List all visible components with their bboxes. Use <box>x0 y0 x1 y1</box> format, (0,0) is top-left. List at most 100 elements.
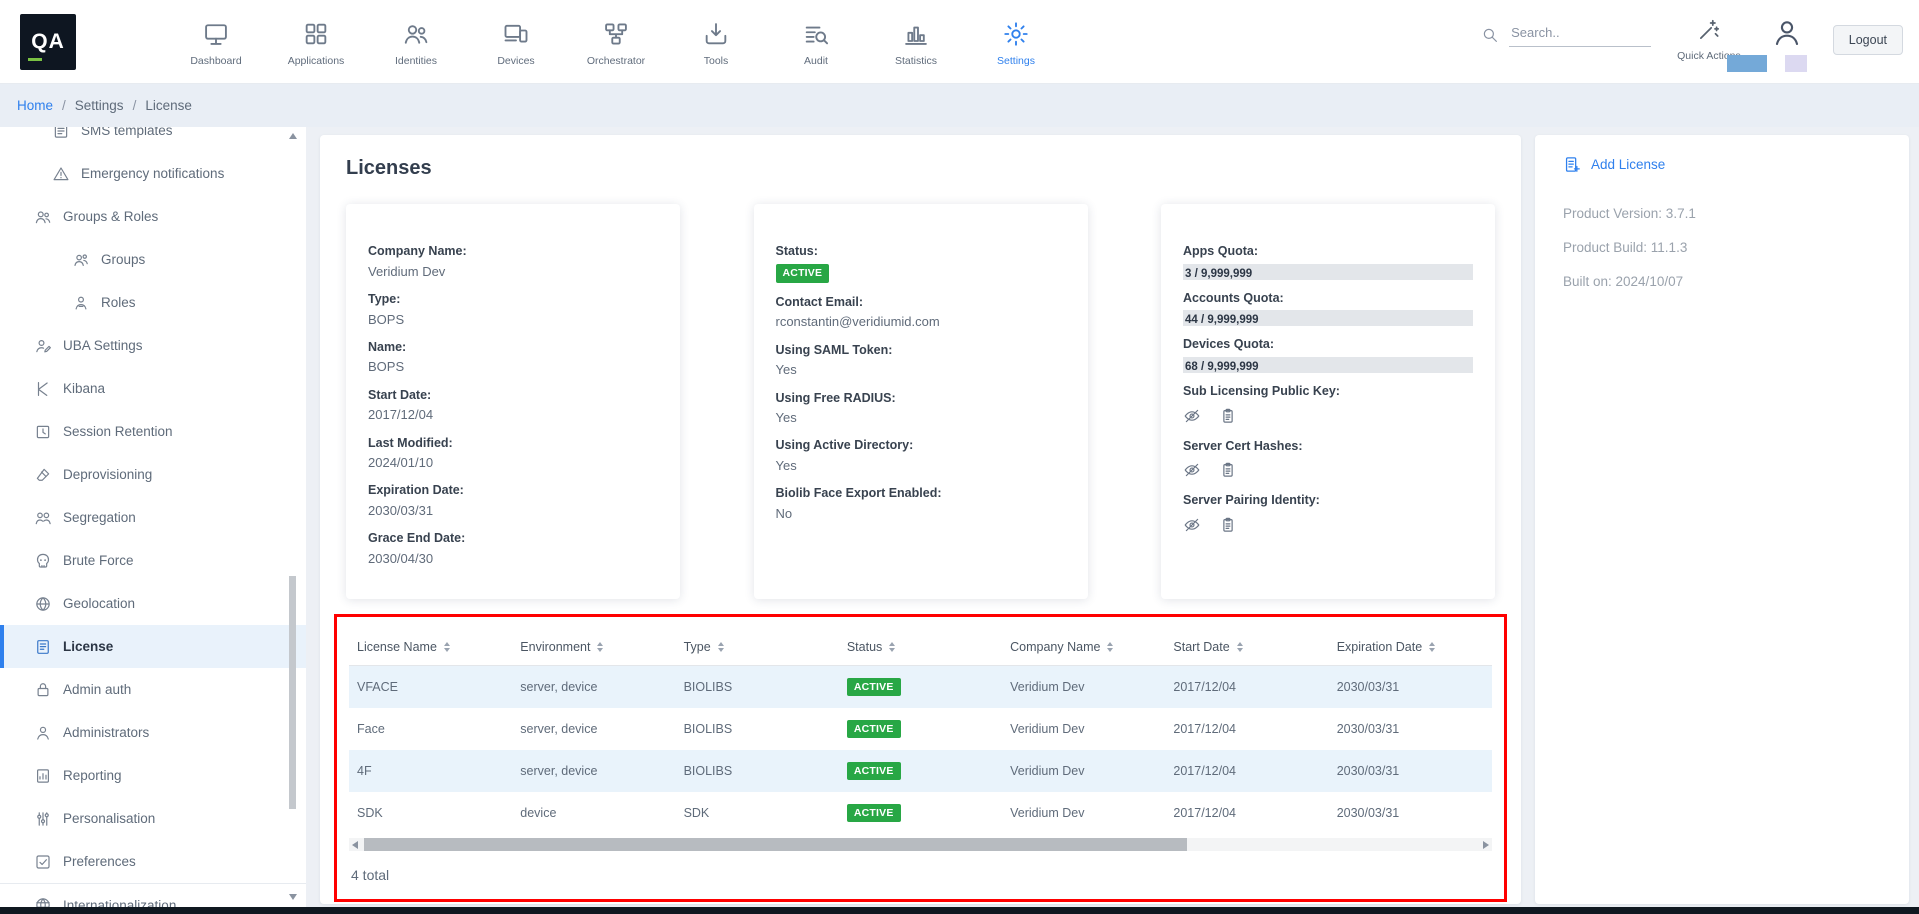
sidebar-item-deprovisioning[interactable]: Deprovisioning <box>0 453 306 496</box>
sort-icon <box>1237 642 1243 652</box>
eye-off-icon[interactable] <box>1183 516 1201 534</box>
bottom-window-edge <box>0 907 1919 914</box>
nav-item-label: Settings <box>997 55 1035 67</box>
applications-icon <box>302 20 330 48</box>
add-license-button[interactable]: Add License <box>1563 155 1881 174</box>
sidebar-item-groups[interactable]: Groups <box>0 238 306 281</box>
company-card-fields: Company Name:Veridium DevType:BOPSName:B… <box>368 244 658 567</box>
nav-item-dashboard[interactable]: Dashboard <box>166 16 266 67</box>
nav-item-devices[interactable]: Devices <box>466 16 566 67</box>
sidebar-item-groups-roles[interactable]: Groups & Roles <box>0 195 306 238</box>
dashboard-icon <box>202 20 230 48</box>
column-header-company-name[interactable]: Company Name <box>1002 629 1165 666</box>
scroll-left-arrow-icon[interactable] <box>352 841 358 849</box>
table-cell: server, device <box>512 666 675 709</box>
info-field: Expiration Date:2030/03/31 <box>368 483 658 519</box>
sidebar-item-admin-auth[interactable]: Admin auth <box>0 668 306 711</box>
eye-off-icon[interactable] <box>1183 407 1201 425</box>
horizontal-scrollbar-thumb[interactable] <box>364 838 1187 851</box>
table-header-row: License NameEnvironmentTypeStatusCompany… <box>349 629 1492 666</box>
column-header-status[interactable]: Status <box>839 629 1002 666</box>
table-horizontal-scrollbar[interactable] <box>349 838 1492 851</box>
breadcrumb-item-settings[interactable]: Settings <box>75 98 124 113</box>
nav-item-applications[interactable]: Applications <box>266 16 366 67</box>
column-header-license-name[interactable]: License Name <box>349 629 512 666</box>
status-badge: ACTIVE <box>847 804 901 822</box>
administrators-icon <box>34 724 52 742</box>
user-icon[interactable] <box>1771 17 1803 49</box>
breadcrumb-item-home[interactable]: Home <box>17 98 53 113</box>
search-icon[interactable] <box>1481 26 1499 44</box>
sidebar-item-license[interactable]: License <box>0 625 306 668</box>
sidebar-item-emergency-notifications[interactable]: Emergency notifications <box>0 152 306 195</box>
sidebar-item-brute-force[interactable]: Brute Force <box>0 539 306 582</box>
sidebar-item-label: Groups & Roles <box>63 209 158 224</box>
column-header-expiration-date[interactable]: Expiration Date <box>1329 629 1492 666</box>
table-cell: 2017/12/04 <box>1165 708 1328 750</box>
sidebar-item-label: Admin auth <box>63 682 131 697</box>
language-flag-light[interactable] <box>1785 55 1807 72</box>
sidebar-item-session-retention[interactable]: Session Retention <box>0 410 306 453</box>
field-value: Veridium Dev <box>368 264 658 280</box>
table-row[interactable]: VFACEserver, deviceBIOLIBSACTIVEVeridium… <box>349 666 1492 709</box>
nav-item-audit[interactable]: Audit <box>766 16 866 67</box>
nav-item-tools[interactable]: Tools <box>666 16 766 67</box>
sort-icon <box>1107 642 1113 652</box>
scroll-up-arrow-icon[interactable] <box>289 133 297 139</box>
sidebar-item-kibana[interactable]: Kibana <box>0 367 306 410</box>
scroll-right-arrow-icon[interactable] <box>1483 841 1489 849</box>
scroll-down-arrow-icon[interactable] <box>289 894 297 900</box>
sidebar-item-sms-templates[interactable]: SMS templates <box>0 127 306 152</box>
nav-item-identities[interactable]: Identities <box>366 16 466 67</box>
sidebar-item-uba-settings[interactable]: UBA Settings <box>0 324 306 367</box>
nav-item-statistics[interactable]: Statistics <box>866 16 966 67</box>
add-license-icon <box>1563 155 1582 174</box>
sort-icon <box>444 642 450 652</box>
copy-icon[interactable] <box>1219 516 1237 534</box>
table-cell: 4F <box>349 750 512 792</box>
status-card-fields: Status:ACTIVEContact Email:rconstantin@v… <box>776 244 1066 522</box>
search-input[interactable] <box>1509 23 1651 47</box>
column-header-start-date[interactable]: Start Date <box>1165 629 1328 666</box>
flags <box>1727 55 1807 72</box>
license-icon <box>34 638 52 656</box>
copy-icon[interactable] <box>1219 407 1237 425</box>
table-cell: 2017/12/04 <box>1165 792 1328 834</box>
sidebar-item-preferences[interactable]: Preferences <box>0 840 306 883</box>
sidebar-menu: SMS templatesEmergency notifications Grou… <box>0 127 306 914</box>
sidebar-item-segregation[interactable]: Segregation <box>0 496 306 539</box>
tools-icon <box>702 20 730 48</box>
table-cell: 2030/03/31 <box>1329 708 1492 750</box>
logout-button[interactable]: Logout <box>1833 25 1903 55</box>
sidebar-item-administrators[interactable]: Administrators <box>0 711 306 754</box>
sidebar-item-geolocation[interactable]: Geolocation <box>0 582 306 625</box>
sidebar-scrollbar[interactable] <box>289 127 297 914</box>
field-label: Using Active Directory: <box>776 438 1066 454</box>
brute-force-icon <box>34 552 52 570</box>
copy-icon[interactable] <box>1219 461 1237 479</box>
column-header-environment[interactable]: Environment <box>512 629 675 666</box>
eye-off-icon[interactable] <box>1183 461 1201 479</box>
nav-item-settings[interactable]: Settings <box>966 16 1066 67</box>
sidebar-scrollbar-thumb[interactable] <box>289 576 296 809</box>
nav-item-label: Dashboard <box>190 55 241 67</box>
orchestrator-icon <box>602 20 630 48</box>
sidebar-item-personalisation[interactable]: Personalisation <box>0 797 306 840</box>
column-header-type[interactable]: Type <box>676 629 839 666</box>
table-row[interactable]: 4Fserver, deviceBIOLIBSACTIVEVeridium De… <box>349 750 1492 792</box>
table-cell: 2030/03/31 <box>1329 792 1492 834</box>
status-badge: ACTIVE <box>847 720 901 738</box>
sidebar-item-reporting[interactable]: Reporting <box>0 754 306 797</box>
preferences-icon <box>34 853 52 871</box>
roles-icon <box>72 294 90 312</box>
column-header-label: Expiration Date <box>1337 640 1422 654</box>
nav-item-orchestrator[interactable]: Orchestrator <box>566 16 666 67</box>
table-row[interactable]: Faceserver, deviceBIOLIBSACTIVEVeridium … <box>349 708 1492 750</box>
table-row[interactable]: SDKdeviceSDKACTIVEVeridium Dev2017/12/04… <box>349 792 1492 834</box>
logo: QA <box>20 14 76 70</box>
breadcrumb-separator: / <box>62 98 66 113</box>
sidebar-item-roles[interactable]: Roles <box>0 281 306 324</box>
breadcrumb-separator: / <box>133 98 137 113</box>
language-flag-blue[interactable] <box>1727 55 1767 72</box>
info-field: Using SAML Token:Yes <box>776 343 1066 379</box>
